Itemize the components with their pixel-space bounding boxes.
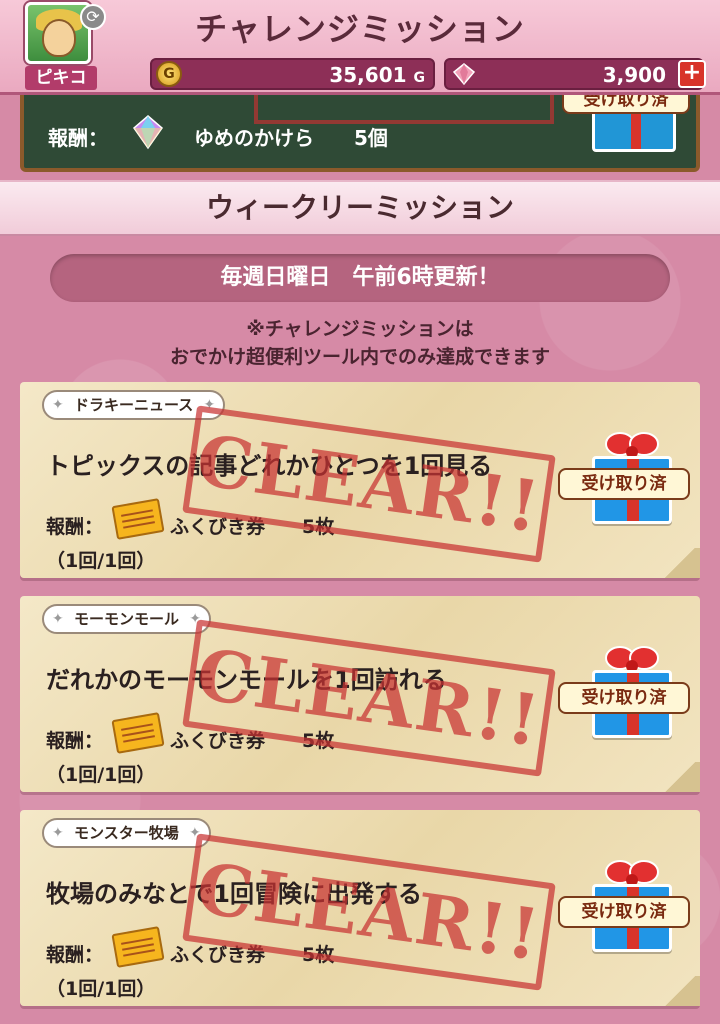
reward-label: 報酬： bbox=[46, 516, 104, 538]
previous-mission-card: 報酬： ゆめのかけら 5個 受け取り済 bbox=[20, 84, 700, 172]
mission-card: モーモンモール だれかのモーモンモールを1回訪れる 報酬： ふくびき券 5枚 （… bbox=[20, 596, 700, 792]
reward-label: 報酬： bbox=[46, 944, 104, 966]
gold-amount: 35,601 G bbox=[329, 63, 425, 87]
mission-progress: （1回/1回） bbox=[46, 764, 156, 786]
reward-label: 報酬： bbox=[48, 126, 108, 150]
mission-card: ドラキーニュース トピックスの記事どれかひとつを1回見る 報酬： ふくびき券 5… bbox=[20, 382, 700, 578]
claimed-button[interactable]: 受け取り済 bbox=[558, 896, 690, 928]
add-gems-button[interactable]: + bbox=[678, 60, 706, 88]
gem-icon bbox=[452, 63, 476, 86]
mission-card: モンスター牧場 牧場のみなとで1回冒険に出発する 報酬： ふくびき券 5枚 （1… bbox=[20, 810, 700, 1006]
claimed-button[interactable]: 受け取り済 bbox=[558, 682, 690, 714]
reward-count: 5個 bbox=[354, 126, 388, 150]
lottery-ticket-icon bbox=[111, 926, 165, 968]
claimed-button[interactable]: 受け取り済 bbox=[558, 468, 690, 500]
clear-stamp: CLEAR!! bbox=[182, 619, 556, 777]
update-schedule: 毎週日曜日 午前6時更新！ bbox=[50, 254, 670, 302]
lottery-ticket-icon bbox=[111, 498, 165, 540]
gem-amount: 3,900 bbox=[602, 63, 666, 87]
clear-stamp: CLEAR!! bbox=[182, 833, 556, 991]
clear-stamp: CLEAR!! bbox=[182, 405, 556, 563]
mission-progress: （1回/1回） bbox=[46, 978, 156, 1000]
reward-label: 報酬： bbox=[46, 730, 104, 752]
lottery-ticket-icon bbox=[111, 712, 165, 754]
note-line-1: ※チャレンジミッションは bbox=[246, 318, 474, 340]
coin-icon: G bbox=[156, 61, 182, 87]
reward-name: ゆめのかけら bbox=[194, 126, 314, 150]
top-bar: ⟳ ピキコ チャレンジミッション G 35,601 G 3,900 + bbox=[0, 0, 720, 95]
gold-counter: G 35,601 G bbox=[150, 58, 435, 90]
mission-progress: （1回/1回） bbox=[46, 550, 156, 572]
gem-counter: 3,900 + bbox=[444, 58, 706, 90]
player-name: ピキコ bbox=[25, 66, 97, 90]
section-title: ウィークリーミッション bbox=[0, 180, 720, 236]
dream-shard-icon bbox=[132, 115, 164, 150]
mission-category-tag: モーモンモール bbox=[42, 604, 212, 634]
note-line-2: おでかけ超便利ツール内でのみ達成できます bbox=[169, 346, 550, 368]
page-title: チャレンジミッション bbox=[195, 10, 525, 48]
mission-category-tag: モンスター牧場 bbox=[42, 818, 211, 848]
